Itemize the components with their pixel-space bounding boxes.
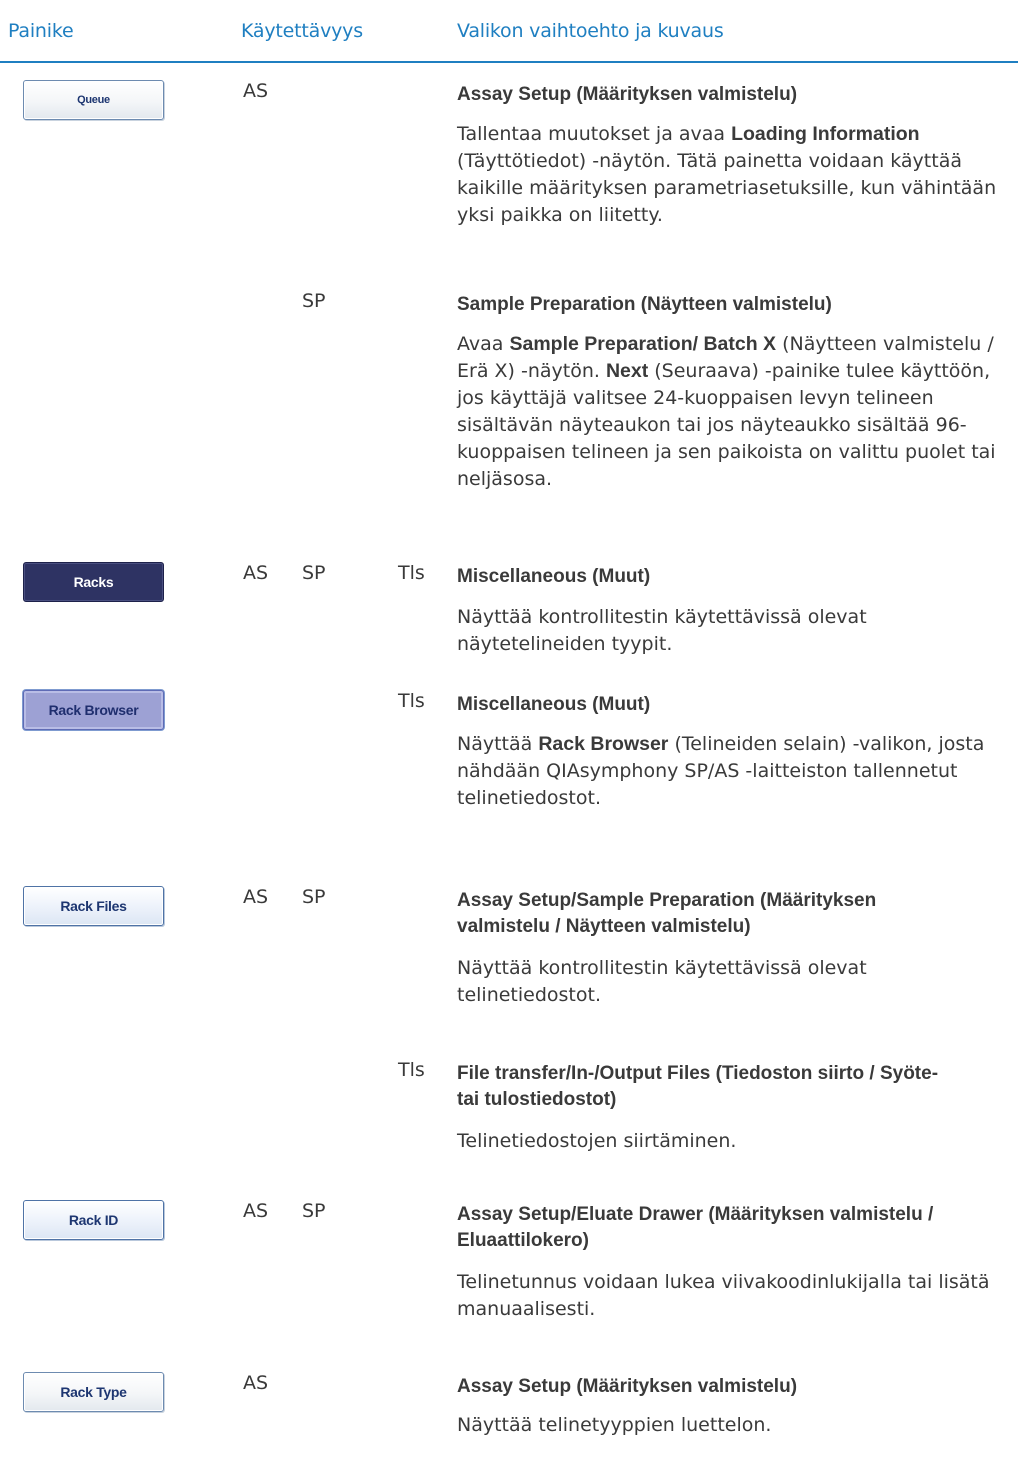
table-header: Painike Käytettävyys Valikon vaihtoehto … <box>0 0 1018 62</box>
availability-as: AS <box>243 80 269 102</box>
availability-as: AS <box>243 886 269 908</box>
option-description: Näyttää Rack Browser (Telineiden selain)… <box>457 733 985 809</box>
option-description: Tallentaa muutokset ja avaa Loading Info… <box>457 123 997 226</box>
availability-sp: SP <box>302 886 326 908</box>
racks-button-label: Racks <box>73 574 114 590</box>
option-description: Näyttää telinetyyppien luettelon. <box>457 1414 772 1436</box>
header-divider <box>0 61 1018 63</box>
option-title: Assay Setup (Määrityksen valmistelu) <box>457 84 798 105</box>
option-description: Näyttää kontrollitestin käytettävissä ol… <box>457 957 867 1006</box>
option-title: Assay Setup/Eluate Drawer (Määrityksen v… <box>457 1204 934 1251</box>
availability-tls: Tls <box>398 690 425 712</box>
column-header-option: Valikon vaihtoehto ja kuvaus <box>457 20 724 42</box>
rack-files-button-label: Rack Files <box>60 898 127 914</box>
column-header-availability: Käytettävyys <box>241 20 363 42</box>
rack-browser-button-label: Rack Browser <box>48 702 139 718</box>
availability-sp: SP <box>302 1200 326 1222</box>
rack-id-button[interactable]: Rack ID <box>23 1200 164 1240</box>
option-title: Miscellaneous (Muut) <box>457 566 651 587</box>
option-description: Näyttää kontrollitestin käytettävissä ol… <box>457 606 867 655</box>
queue-button[interactable]: Queue <box>23 80 164 120</box>
option-title: Miscellaneous (Muut) <box>457 694 651 715</box>
availability-as: AS <box>243 1372 269 1394</box>
availability-sp: SP <box>302 290 326 312</box>
rack-files-button[interactable]: Rack Files <box>23 886 164 926</box>
rack-type-button[interactable]: Rack Type <box>23 1372 164 1412</box>
option-title: Assay Setup/Sample Preparation (Määrityk… <box>457 890 877 937</box>
option-description: Telinetiedostojen siirtäminen. <box>457 1130 737 1152</box>
queue-button-label: Queue <box>77 94 110 106</box>
rack-id-button-label: Rack ID <box>68 1212 119 1228</box>
rack-type-button-label: Rack Type <box>60 1384 127 1400</box>
availability-tls: Tls <box>398 1059 425 1081</box>
rack-browser-button[interactable]: Rack Browser <box>23 690 164 730</box>
racks-button[interactable]: Racks <box>23 562 164 602</box>
availability-tls: Tls <box>398 562 425 584</box>
availability-as: AS <box>243 562 269 584</box>
option-title: Assay Setup (Määrityksen valmistelu) <box>457 1376 798 1397</box>
option-description: Avaa Sample Preparation/ Batch X (Näytte… <box>457 333 996 490</box>
column-header-button: Painike <box>8 20 74 42</box>
option-title: File transfer/In-/Output Files (Tiedosto… <box>457 1063 939 1110</box>
availability-as: AS <box>243 1200 269 1222</box>
availability-sp: SP <box>302 562 326 584</box>
option-description: Telinetunnus voidaan lukea viivakoodinlu… <box>457 1271 990 1320</box>
option-title: Sample Preparation (Näytteen valmistelu) <box>457 294 832 315</box>
